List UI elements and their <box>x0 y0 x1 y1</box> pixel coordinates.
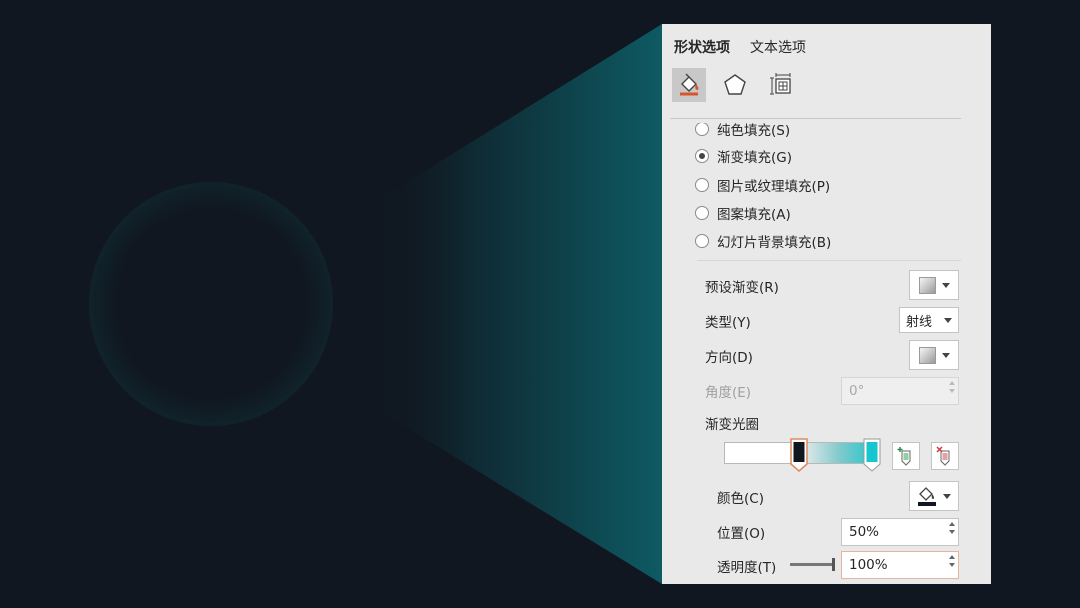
chevron-down-icon <box>941 352 950 358</box>
radio-label: 渐变填充(G) <box>717 150 792 166</box>
position-label: 位置(O) <box>717 526 766 542</box>
direction-label: 方向(D) <box>705 350 753 366</box>
transparency-slider-track[interactable] <box>790 563 834 566</box>
gradient-swatch <box>918 276 936 294</box>
type-value: 射线 <box>906 314 933 330</box>
radio-pattern-fill[interactable]: 图案填充(A) <box>695 203 791 223</box>
radio-label: 图片或纹理填充(P) <box>717 179 831 195</box>
position-value: 50% <box>849 524 880 540</box>
radio-gradient-fill[interactable]: 渐变填充(G) <box>695 146 792 166</box>
pane-tabs: 形状选项 文本选项 <box>674 37 806 57</box>
type-dropdown[interactable]: 射线 <box>899 307 959 333</box>
size-properties-icon[interactable] <box>764 68 798 102</box>
divider <box>670 118 961 119</box>
gradient-stop[interactable] <box>863 438 881 472</box>
add-gradient-stop-button[interactable] <box>892 442 920 470</box>
radio-button[interactable] <box>695 206 709 220</box>
radio-button[interactable] <box>695 149 709 163</box>
tab-text-options[interactable]: 文本选项 <box>750 37 806 57</box>
color-label: 颜色(C) <box>717 491 764 507</box>
tab-shape-options[interactable]: 形状选项 <box>674 37 730 57</box>
preset-gradient-dropdown[interactable] <box>909 270 959 300</box>
transparency-value: 100% <box>849 557 888 573</box>
angle-spinner[interactable]: 0° <box>841 377 959 405</box>
radio-label: 幻灯片背景填充(B) <box>717 235 832 251</box>
radio-button[interactable] <box>695 178 709 192</box>
chevron-down-icon <box>943 493 951 499</box>
chevron-down-icon <box>944 317 952 323</box>
gradient-stops-label: 渐变光圈 <box>705 417 759 433</box>
preset-gradient-label: 预设渐变(R) <box>705 280 779 296</box>
gradient-stop-selected[interactable] <box>790 438 808 472</box>
format-shape-pane: 形状选项 文本选项 纯色填充(S) 渐变填充(G) 图片或纹理填充(P) 图案填… <box>662 24 991 584</box>
spin-arrows[interactable] <box>949 381 955 393</box>
spin-arrows[interactable] <box>949 522 955 534</box>
chevron-down-icon <box>941 282 950 288</box>
radio-label: 图案填充(A) <box>717 207 791 223</box>
radio-label: 纯色填充(S) <box>717 123 791 139</box>
direction-dropdown[interactable] <box>909 340 959 370</box>
transparency-slider-thumb[interactable] <box>832 558 835 571</box>
add-stop-icon <box>897 447 911 466</box>
radio-solid-fill[interactable]: 纯色填充(S) <box>695 123 791 139</box>
color-picker-dropdown[interactable] <box>909 481 959 511</box>
gradient-swatch <box>918 346 936 364</box>
effects-icon[interactable] <box>718 68 752 102</box>
divider <box>697 260 961 261</box>
fill-line-icon[interactable] <box>672 68 706 102</box>
transparency-spinner[interactable]: 100% <box>841 551 959 579</box>
radio-button[interactable] <box>695 234 709 248</box>
radio-picture-fill[interactable]: 图片或纹理填充(P) <box>695 175 830 195</box>
remove-gradient-stop-button[interactable] <box>931 442 959 470</box>
remove-stop-icon <box>936 446 950 466</box>
pane-subtabs <box>672 68 798 102</box>
position-spinner[interactable]: 50% <box>841 518 959 546</box>
fill-bucket-icon <box>918 487 936 506</box>
angle-value: 0° <box>849 383 865 399</box>
spin-arrows[interactable] <box>949 555 955 567</box>
type-label: 类型(Y) <box>705 315 751 331</box>
transparency-label: 透明度(T) <box>717 560 777 576</box>
radio-slide-background-fill[interactable]: 幻灯片背景填充(B) <box>695 231 831 251</box>
radio-button[interactable] <box>695 123 709 136</box>
angle-label: 角度(E) <box>705 385 752 401</box>
glow-circle <box>89 182 333 426</box>
